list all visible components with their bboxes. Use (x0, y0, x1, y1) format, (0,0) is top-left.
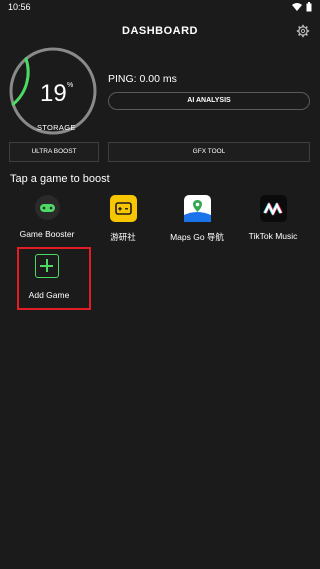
ping-readout: PING: 0.00 ms (108, 73, 177, 85)
page-title: DASHBOARD (122, 25, 198, 37)
storage-percent: 19 (40, 80, 67, 107)
gear-icon[interactable] (296, 24, 310, 38)
gfx-tool-button[interactable]: GFX TOOL (108, 142, 310, 162)
storage-unit: % (67, 82, 74, 89)
game-name: Game Booster (19, 229, 75, 239)
gamepad-icon (34, 195, 60, 220)
game-item-youyanshe[interactable]: 游研社 (85, 173, 161, 242)
battery-icon (306, 2, 312, 12)
game-item-tiktok-music[interactable]: TikTok Music (235, 173, 311, 241)
youyanshe-icon (109, 195, 137, 222)
game-item-maps-go[interactable]: Maps Go 导航 (159, 173, 235, 242)
game-item-game-booster[interactable]: Game Booster (9, 173, 85, 239)
maps-icon (183, 195, 211, 222)
status-time: 10:56 (8, 2, 31, 12)
plus-icon (35, 254, 59, 278)
ai-analysis-button[interactable]: AI ANALYSIS (108, 92, 310, 110)
ultra-boost-button[interactable]: ULTRA BOOST (9, 142, 99, 162)
status-icons (292, 2, 312, 12)
game-name: Maps Go 导航 (170, 232, 224, 242)
status-bar: 10:56 (0, 0, 320, 14)
wifi-icon (292, 3, 302, 11)
tiktok-music-icon (259, 195, 287, 222)
game-name: 游研社 (110, 232, 136, 242)
storage-label: STORAGE (37, 123, 76, 132)
add-game-label: Add Game (28, 290, 70, 300)
add-game-button[interactable]: Add Game (17, 247, 91, 310)
game-name: TikTok Music (248, 231, 298, 241)
